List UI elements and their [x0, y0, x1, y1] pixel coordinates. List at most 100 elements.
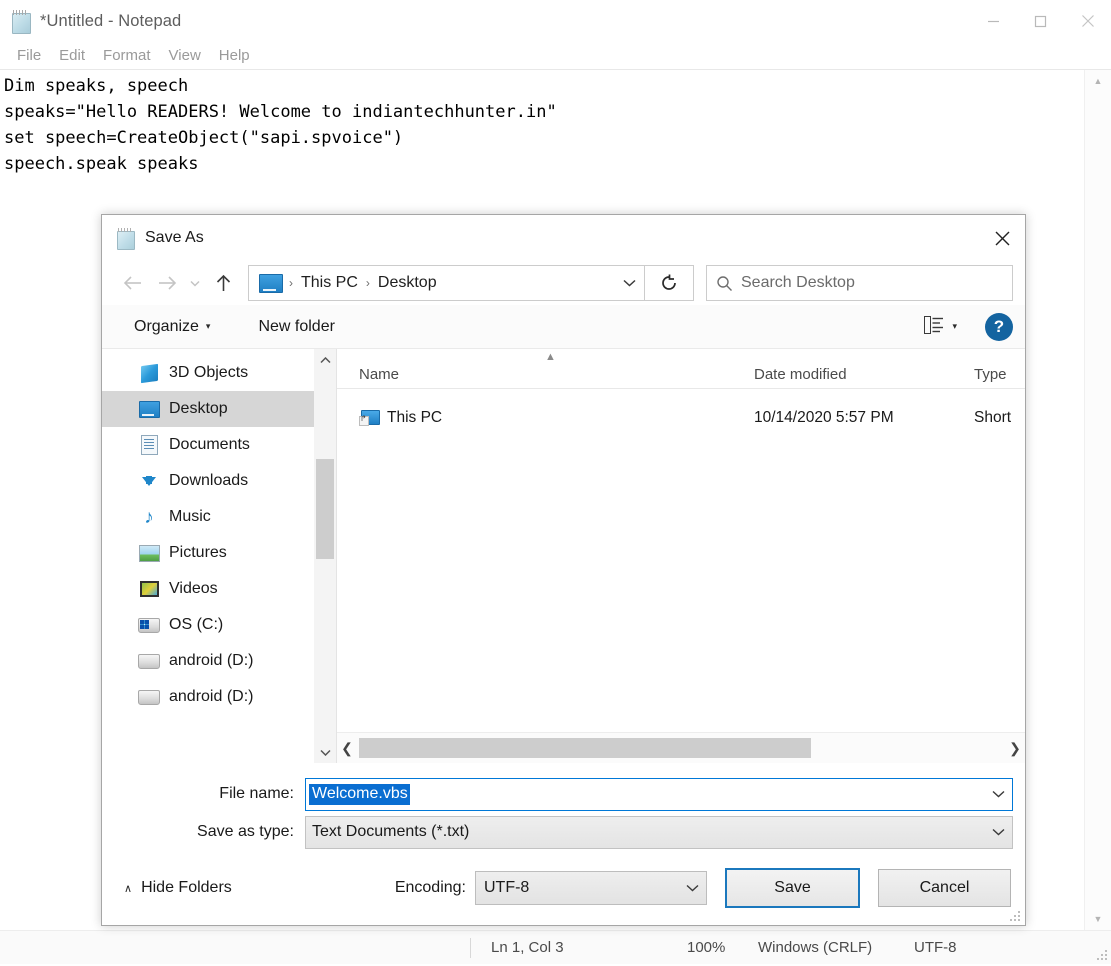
scrollbar-track[interactable]: [314, 371, 336, 741]
breadcrumb-this-pc[interactable]: This PC: [295, 274, 364, 292]
organize-label: Organize: [134, 317, 199, 335]
scrollbar-thumb[interactable]: [316, 459, 334, 559]
file-list-horizontal-scrollbar[interactable]: ❮ ❯: [337, 732, 1025, 763]
chevron-down-icon: ▾: [952, 321, 957, 331]
notepad-statusbar: Ln 1, Col 3 100% Windows (CRLF) UTF-8: [0, 930, 1111, 964]
chevron-down-icon[interactable]: [984, 828, 1012, 836]
breadcrumb-desktop[interactable]: Desktop: [372, 274, 443, 292]
sidebar-item-desktop[interactable]: Desktop: [102, 391, 314, 427]
file-name-cell[interactable]: This PC: [337, 409, 754, 427]
column-header-type[interactable]: Type: [974, 366, 1025, 383]
resize-grip-icon[interactable]: [1009, 910, 1022, 923]
chevron-up-icon: ∧: [124, 882, 133, 895]
menu-edit[interactable]: Edit: [50, 46, 94, 66]
sidebar-item-downloads[interactable]: Downloads: [102, 463, 314, 499]
drive-icon: [138, 687, 160, 707]
encoding-select[interactable]: UTF-8: [475, 871, 707, 905]
forward-arrow-icon[interactable]: [150, 266, 184, 300]
sidebar-item-os-c[interactable]: OS (C:): [102, 607, 314, 643]
save-as-type-select[interactable]: Text Documents (*.txt): [305, 815, 1013, 849]
window-title: *Untitled - Notepad: [40, 11, 182, 30]
chevron-down-icon[interactable]: [678, 884, 706, 892]
dialog-navigation-bar: › This PC › Desktop Search Desktop: [102, 261, 1025, 305]
sidebar-item-label: android (D:): [169, 688, 254, 705]
file-list-rows: This PC 10/14/2020 5:57 PM Short: [337, 389, 1025, 732]
sidebar-item-label: 3D Objects: [169, 364, 249, 381]
scrollbar-track[interactable]: [357, 737, 1005, 759]
save-as-type-value: Text Documents (*.txt): [312, 823, 470, 840]
resize-grip-icon[interactable]: [1095, 948, 1109, 962]
file-name-value[interactable]: Welcome.vbs: [309, 783, 410, 805]
close-icon[interactable]: [979, 215, 1025, 261]
dialog-command-bar: Organize ▾ New folder ▾ ?: [102, 305, 1025, 348]
back-arrow-icon[interactable]: [116, 266, 150, 300]
chevron-down-icon[interactable]: [984, 790, 1012, 798]
music-icon: ♪: [144, 506, 154, 528]
breadcrumb-separator: ›: [365, 276, 370, 290]
scroll-down-icon[interactable]: ▼: [1085, 908, 1111, 930]
sidebar-item-music[interactable]: ♪ Music: [102, 499, 314, 535]
scrollbar-thumb[interactable]: [359, 738, 811, 758]
sidebar-item-label: Music: [169, 508, 211, 525]
file-date-cell: 10/14/2020 5:57 PM: [754, 409, 894, 426]
scroll-left-icon[interactable]: ❮: [337, 734, 357, 762]
videos-icon: [138, 579, 160, 599]
table-row[interactable]: This PC 10/14/2020 5:57 PM Short: [337, 403, 1025, 433]
3d-objects-icon: [138, 363, 160, 383]
maximize-icon[interactable]: [1017, 0, 1064, 42]
file-name-input[interactable]: Welcome.vbs: [305, 777, 1013, 811]
help-button[interactable]: ?: [985, 312, 1013, 341]
file-type-cell: Short: [974, 409, 1012, 426]
chevron-down-icon[interactable]: [614, 267, 644, 299]
sidebar-item-documents[interactable]: Documents: [102, 427, 314, 463]
view-mode-icon: [924, 315, 944, 338]
recent-locations-caret-icon[interactable]: [184, 266, 206, 300]
hide-folders-button[interactable]: ∧ Hide Folders: [124, 879, 232, 897]
refresh-icon[interactable]: [645, 265, 694, 301]
sidebar-item-pictures[interactable]: Pictures: [102, 535, 314, 571]
cancel-button[interactable]: Cancel: [878, 869, 1011, 907]
menu-file[interactable]: File: [8, 46, 50, 66]
new-folder-button[interactable]: New folder: [248, 314, 344, 340]
view-mode-button[interactable]: ▾: [918, 312, 963, 342]
save-as-type-label: Save as type:: [197, 823, 294, 840]
scroll-down-icon[interactable]: [314, 741, 336, 763]
statusbar-divider: [470, 937, 471, 958]
close-icon[interactable]: [1064, 0, 1111, 42]
status-encoding: UTF-8: [914, 939, 957, 956]
address-bar[interactable]: › This PC › Desktop: [248, 265, 645, 301]
menu-help[interactable]: Help: [210, 46, 259, 66]
file-name-row: File name: Welcome.vbs: [114, 775, 1013, 813]
up-arrow-icon[interactable]: [206, 266, 240, 300]
save-button[interactable]: Save: [725, 868, 860, 908]
navigation-pane-scrollbar[interactable]: [314, 349, 336, 763]
scroll-right-icon[interactable]: ❯: [1005, 734, 1025, 762]
scroll-up-icon[interactable]: ▲: [1085, 70, 1111, 92]
search-input[interactable]: Search Desktop: [706, 265, 1013, 301]
document-text[interactable]: Dim speaks, speech speaks="Hello READERS…: [4, 73, 1081, 177]
desktop-icon: [138, 399, 160, 419]
menu-view[interactable]: View: [160, 46, 210, 66]
scroll-up-icon[interactable]: [314, 349, 336, 371]
this-pc-icon: [259, 273, 283, 293]
column-header-date-modified[interactable]: Date modified: [754, 366, 974, 383]
dialog-main-area: 3D Objects Desktop Documents Downloads ♪…: [102, 348, 1025, 763]
file-list-pane: ▲ Name Date modified Type This PC 10/14/…: [336, 349, 1025, 763]
sidebar-item-android-d-2[interactable]: android (D:): [102, 679, 314, 715]
status-line-column: Ln 1, Col 3: [491, 939, 564, 956]
drive-icon: [138, 651, 160, 671]
file-list-header: Name Date modified Type: [337, 349, 1025, 389]
sidebar-item-videos[interactable]: Videos: [102, 571, 314, 607]
menu-format[interactable]: Format: [94, 46, 160, 66]
column-header-name[interactable]: Name: [337, 366, 754, 383]
file-name-label: This PC: [387, 409, 443, 426]
sidebar-item-3d-objects[interactable]: 3D Objects: [102, 355, 314, 391]
navigation-pane: 3D Objects Desktop Documents Downloads ♪…: [102, 349, 336, 763]
organize-button[interactable]: Organize ▾: [124, 314, 220, 340]
search-placeholder: Search Desktop: [741, 274, 855, 291]
notepad-vertical-scrollbar[interactable]: ▲ ▼: [1084, 70, 1111, 930]
sidebar-item-label: Videos: [169, 580, 218, 597]
sidebar-item-android-d-1[interactable]: android (D:): [102, 643, 314, 679]
minimize-icon[interactable]: [970, 0, 1017, 42]
status-zoom: 100%: [687, 939, 726, 956]
